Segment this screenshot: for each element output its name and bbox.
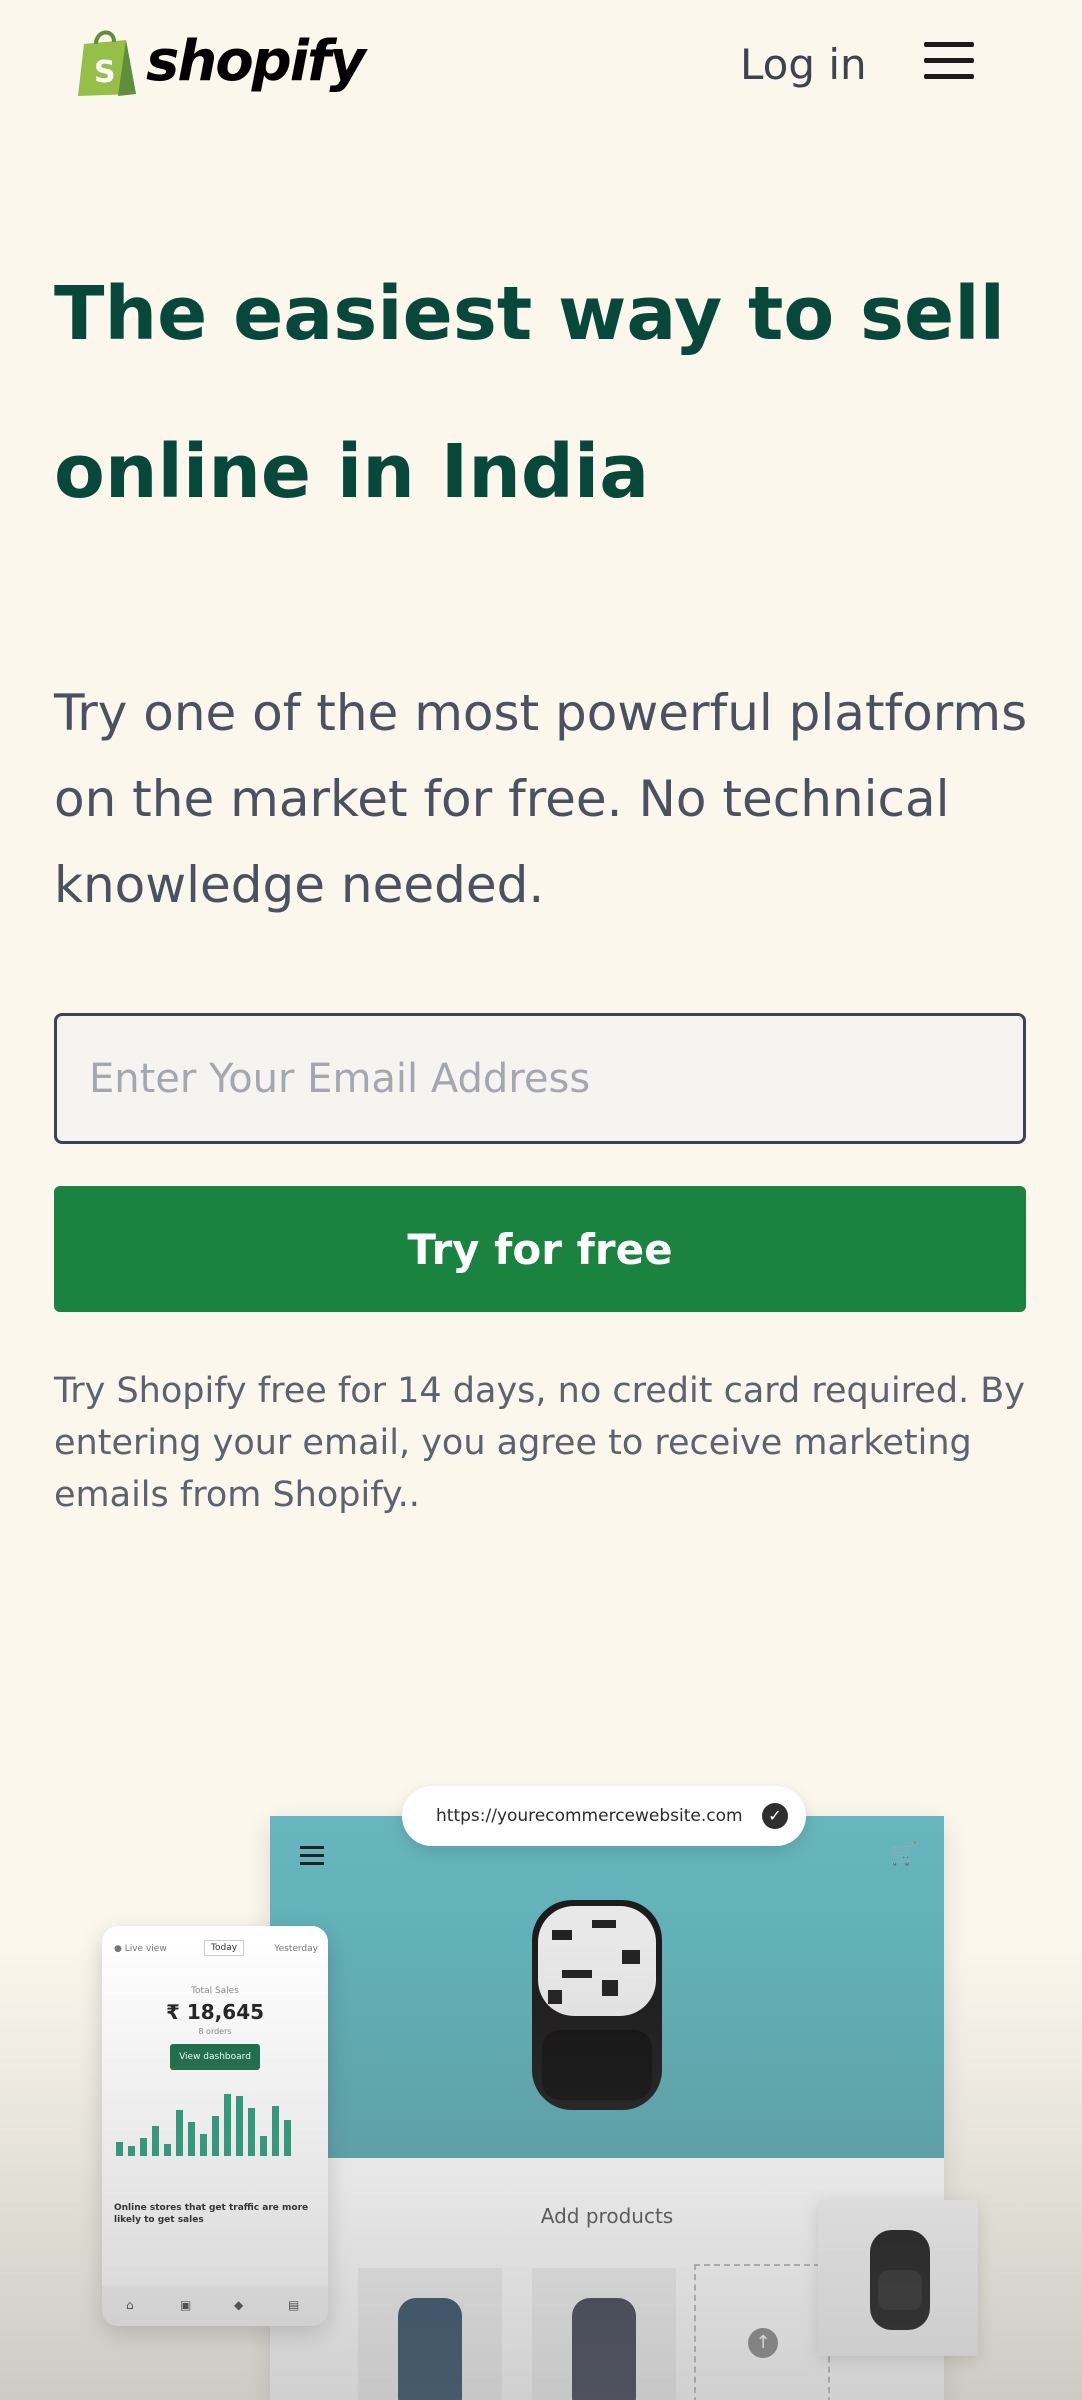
today-tab: Today — [204, 1940, 245, 1956]
trial-disclaimer: Try Shopify free for 14 days, no credit … — [54, 1371, 1026, 1515]
store-menu-icon — [300, 1846, 324, 1870]
login-link[interactable]: Log in — [740, 40, 867, 89]
product-thumbnail — [532, 2268, 676, 2400]
black-backpack-image — [870, 2230, 930, 2330]
store-icon: ▤ — [288, 2298, 300, 2312]
verified-check-icon: ✓ — [762, 1803, 788, 1829]
total-sales-label: Total Sales — [191, 1986, 239, 1996]
home-icon: ⌂ — [126, 2298, 134, 2312]
headline-line-2: online in India — [54, 429, 650, 515]
brand-wordmark: shopify — [146, 28, 366, 94]
upload-product-slot: ↑ — [694, 2264, 830, 2400]
phone-dashboard-mockup: ● Live view Today Yesterday Total Sales … — [102, 1926, 328, 2326]
orders-icon: ▣ — [180, 2298, 192, 2312]
email-input[interactable] — [54, 1013, 1026, 1144]
floating-product-card — [818, 2200, 978, 2356]
sales-bar-chart — [116, 2094, 291, 2156]
upload-arrow-icon: ↑ — [748, 2328, 778, 2358]
view-dashboard-button: View dashboard — [170, 2044, 260, 2070]
try-for-free-button[interactable]: Try for free — [54, 1186, 1026, 1312]
url-bar: https:// yourecommercewebsite.com ✓ — [402, 1786, 806, 1846]
shopify-logo[interactable]: S shopify — [74, 24, 366, 98]
backpack-product-image — [532, 1900, 662, 2110]
tag-icon: ◆ — [234, 2298, 244, 2312]
live-view-label: ● Live view — [114, 1944, 167, 1954]
url-prefix: https:// — [436, 1806, 497, 1826]
headline-line-1: The easiest way to sell — [54, 271, 1005, 357]
hero-subhead: Try one of the most powerful platforms o… — [54, 684, 1028, 914]
yesterday-tab: Yesterday — [274, 1944, 318, 1954]
product-thumbnail — [358, 2268, 502, 2400]
site-header: S shopify Log in — [0, 0, 1082, 130]
page-headline: The easiest way to sell online in India — [54, 235, 1034, 551]
hamburger-menu-icon[interactable] — [924, 40, 976, 82]
url-domain: yourecommercewebsite.com — [496, 1806, 743, 1826]
phone-bottom-nav: ⌂ ▣ ◆ ▤ — [102, 2286, 328, 2326]
orders-count: 8 orders — [198, 2027, 232, 2036]
tip-message: Online stores that get traffic are more … — [114, 2203, 309, 2225]
hero-illustration: 🛒 Add products ↑ https:// yourecommercew… — [54, 1700, 1034, 2400]
svg-text:S: S — [94, 55, 116, 90]
total-sales-value: ₹ 18,645 — [165, 2000, 265, 2024]
shopify-bag-icon: S — [78, 30, 136, 96]
cart-icon: 🛒 — [890, 1842, 918, 1867]
